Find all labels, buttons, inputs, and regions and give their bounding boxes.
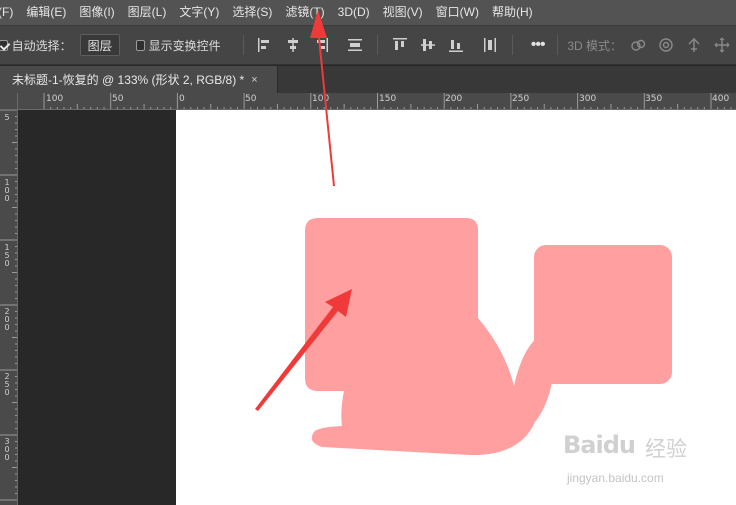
watermark-url: jingyan.baidu.com <box>567 471 664 485</box>
ruler-origin[interactable] <box>0 93 18 110</box>
menu-filter[interactable]: 滤镜(T) <box>277 0 329 25</box>
ruler-label: 200 <box>445 94 463 104</box>
document-tab[interactable]: 未标题-1-恢复的 @ 133% (形状 2, RGB/8) * × <box>0 66 278 93</box>
ruler-label: 300 <box>579 94 597 104</box>
document-tab-bar: 未标题-1-恢复的 @ 133% (形状 2, RGB/8) * × <box>0 66 736 93</box>
ruler-label: 250 <box>4 372 10 397</box>
menu-view[interactable]: 视图(V) <box>375 0 428 25</box>
ruler-label: 100 <box>4 178 10 203</box>
menu-select[interactable]: 选择(S) <box>224 0 277 25</box>
menu-image[interactable]: 图像(I) <box>71 0 119 25</box>
ruler-label: 300 <box>4 437 10 462</box>
mode-3d-label: 3D 模式： <box>567 38 623 53</box>
menu-3d[interactable]: 3D(D) <box>330 0 375 25</box>
show-transform-checkbox[interactable] <box>136 39 145 51</box>
ruler-label: 100 <box>46 94 64 104</box>
menu-layer[interactable]: 图层(L) <box>120 0 172 25</box>
ruler-label: 400 <box>712 94 730 104</box>
align-right-edges-icon[interactable] <box>313 37 329 53</box>
auto-select-dropdown[interactable]: 图层 ⌄ <box>79 34 120 56</box>
align-left-edges-icon[interactable] <box>257 37 273 53</box>
vertical-ruler[interactable]: 5 100 150 200 250 300 <box>0 110 18 505</box>
ruler-label: 350 <box>645 94 663 104</box>
options-bar: 自动选择： 图层 ⌄ 显示变换控件 ••• 3D 模式： <box>0 25 736 65</box>
ruler-label: 50 <box>112 94 124 104</box>
align-vertical-centers-icon[interactable] <box>420 37 436 53</box>
ruler-label: 100 <box>312 94 330 104</box>
align-top-edges-icon[interactable] <box>392 37 408 53</box>
slide-3d-icon[interactable] <box>714 37 730 53</box>
ruler-label: 150 <box>379 94 397 104</box>
divider <box>556 35 558 55</box>
ruler-label: 150 <box>4 243 10 268</box>
auto-select-checkbox[interactable] <box>0 39 8 51</box>
ruler-label: 5 <box>4 113 10 122</box>
orbit-3d-icon[interactable] <box>630 37 646 53</box>
watermark-logo: Baidu <box>563 431 636 459</box>
menu-window[interactable]: 窗口(W) <box>428 0 484 25</box>
align-bottom-edges-icon[interactable] <box>448 37 464 53</box>
menu-file[interactable]: (F) <box>0 0 18 25</box>
distribute-horizontal-icon[interactable] <box>482 37 498 53</box>
menu-help[interactable]: 帮助(H) <box>484 0 538 25</box>
chevron-down-icon: ⌄ <box>106 40 114 50</box>
auto-select-label: 自动选择： <box>11 38 72 53</box>
ruler-label: 250 <box>512 94 530 104</box>
menu-type[interactable]: 文字(Y) <box>171 0 224 25</box>
pan-3d-icon[interactable] <box>686 37 702 53</box>
roll-3d-icon[interactable] <box>658 37 674 53</box>
close-icon[interactable]: × <box>251 74 257 86</box>
ruler-label: 200 <box>4 307 10 332</box>
divider <box>512 35 513 55</box>
ruler-label: 50 <box>245 94 257 104</box>
horizontal-ruler[interactable]: 100 50 0 50 100 150 200 250 300 350 400 <box>18 93 736 110</box>
divider <box>377 35 379 55</box>
watermark-jingyan: 经验 <box>645 438 687 461</box>
show-transform-label: 显示变换控件 <box>148 38 221 53</box>
menu-edit[interactable]: 编辑(E) <box>18 0 71 25</box>
ruler-label: 0 <box>179 94 185 104</box>
ruler-ticks <box>43 93 732 109</box>
baidu-jingyan-watermark: Baidu 经验 jingyan.baidu.com <box>563 425 703 493</box>
menu-bar: (F) 编辑(E) 图像(I) 图层(L) 文字(Y) 选择(S) 滤镜(T) … <box>0 0 736 25</box>
more-options-button[interactable]: ••• <box>531 36 546 54</box>
distribute-vertical-icon[interactable] <box>347 37 363 53</box>
document-tab-title: 未标题-1-恢复的 @ 133% (形状 2, RGB/8) * <box>12 73 245 87</box>
align-horizontal-centers-icon[interactable] <box>285 37 301 53</box>
divider <box>242 35 244 55</box>
